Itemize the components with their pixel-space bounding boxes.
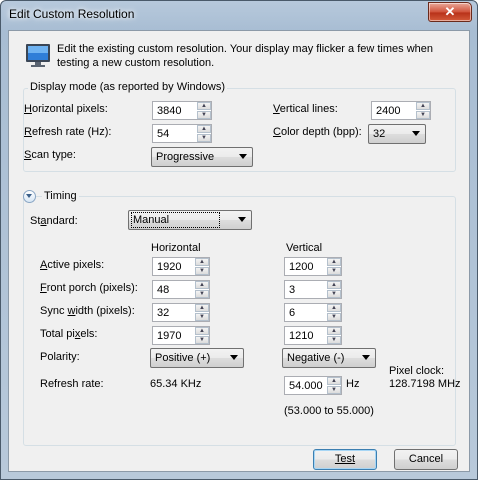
spin-up-icon[interactable]: ▲	[327, 377, 341, 385]
sync-width-v-input[interactable]	[285, 304, 327, 321]
spin-up-icon[interactable]: ▲	[327, 281, 341, 289]
chevron-down-icon	[412, 131, 420, 136]
chevron-down-icon	[230, 355, 238, 360]
active-h-input[interactable]	[153, 258, 195, 275]
spin-up-icon[interactable]: ▲	[197, 125, 211, 133]
intro-text: Edit the existing custom resolution. You…	[57, 43, 434, 69]
sync-width-label: Sync width (pixels):	[40, 305, 135, 317]
timing-expand-icon[interactable]	[23, 190, 36, 203]
spin-down-icon[interactable]: ▼	[195, 336, 209, 344]
sync-width-h-spinbox[interactable]: ▲▼	[152, 303, 210, 322]
spin-down-icon[interactable]: ▼	[327, 267, 341, 275]
standard-label: Standard:	[30, 215, 78, 227]
color-depth-label: Color depth (bpp):	[273, 126, 362, 138]
spin-down-icon[interactable]: ▼	[197, 134, 211, 142]
vertical-lines-label: Vertical lines:	[273, 103, 338, 115]
refresh-rate-label: Refresh rate (Hz):	[24, 126, 112, 138]
total-v-spinbox[interactable]: ▲▼	[284, 326, 342, 345]
spin-down-icon[interactable]: ▼	[327, 313, 341, 321]
front-porch-v-spinbox[interactable]: ▲▼	[284, 280, 342, 299]
display-mode-group: Display mode (as reported by Windows) Ho…	[23, 81, 456, 172]
active-pixels-label: Active pixels:	[40, 259, 105, 271]
timing-label: Timing	[42, 190, 79, 202]
display-mode-label: Display mode (as reported by Windows)	[28, 81, 228, 93]
front-porch-h-input[interactable]	[153, 281, 195, 298]
sync-width-h-input[interactable]	[153, 304, 195, 321]
horizontal-pixels-spinbox[interactable]: ▲▼	[152, 101, 212, 120]
horizontal-refresh-value: 65.34 KHz	[150, 378, 202, 390]
chevron-down-icon	[238, 217, 246, 222]
active-v-spinbox[interactable]: ▲▼	[284, 257, 342, 276]
spin-down-icon[interactable]: ▼	[327, 386, 341, 394]
chevron-down-icon	[362, 355, 370, 360]
title-bar[interactable]: Edit Custom Resolution ✕	[1, 1, 477, 27]
chevron-down-icon	[239, 154, 247, 159]
vertical-refresh-spinbox[interactable]: ▲▼	[284, 376, 342, 395]
spin-down-icon[interactable]: ▼	[327, 336, 341, 344]
pixel-clock-label: Pixel clock:	[389, 365, 445, 377]
test-button[interactable]: Test	[313, 449, 377, 470]
active-v-input[interactable]	[285, 258, 327, 275]
scan-type-value: Progressive	[156, 151, 215, 163]
total-pixels-label: Total pixels:	[40, 328, 98, 340]
sync-width-v-spinbox[interactable]: ▲▼	[284, 303, 342, 322]
polarity-label: Polarity:	[40, 351, 80, 363]
scan-type-label: Scan type:	[24, 149, 76, 161]
spin-down-icon[interactable]: ▼	[195, 290, 209, 298]
timing-refresh-label: Refresh rate:	[40, 378, 104, 390]
color-depth-select[interactable]: 32	[368, 124, 426, 144]
front-porch-label: Front porch (pixels):	[40, 282, 138, 294]
total-v-input[interactable]	[285, 327, 327, 344]
front-porch-h-spinbox[interactable]: ▲▼	[152, 280, 210, 299]
total-h-input[interactable]	[153, 327, 195, 344]
timing-group	[23, 196, 456, 446]
active-h-spinbox[interactable]: ▲▼	[152, 257, 210, 276]
dialog-window: Edit Custom Resolution ✕ Edit the existi…	[0, 0, 478, 480]
spin-up-icon[interactable]: ▲	[327, 304, 341, 312]
polarity-v-select[interactable]: Negative (-)	[282, 348, 376, 368]
vertical-refresh-input[interactable]	[285, 377, 327, 394]
spin-up-icon[interactable]: ▲	[195, 258, 209, 266]
spin-down-icon[interactable]: ▼	[327, 290, 341, 298]
front-porch-v-input[interactable]	[285, 281, 327, 298]
standard-select[interactable]: Manual	[128, 210, 252, 230]
vertical-refresh-unit: Hz	[346, 378, 360, 390]
spin-down-icon[interactable]: ▼	[195, 313, 209, 321]
scan-type-select[interactable]: Progressive	[151, 147, 253, 167]
vertical-column-header: Vertical	[286, 242, 323, 254]
refresh-rate-input[interactable]	[153, 125, 197, 142]
spin-up-icon[interactable]: ▲	[195, 281, 209, 289]
spin-up-icon[interactable]: ▲	[327, 258, 341, 266]
horizontal-pixels-label: Horizontal pixels:	[24, 103, 108, 115]
spin-down-icon[interactable]: ▼	[195, 267, 209, 275]
spin-down-icon[interactable]: ▼	[416, 111, 430, 119]
spin-up-icon[interactable]: ▲	[195, 327, 209, 335]
vertical-lines-input[interactable]	[372, 102, 416, 119]
color-depth-value: 32	[373, 128, 386, 140]
spin-up-icon[interactable]: ▲	[416, 102, 430, 110]
spin-up-icon[interactable]: ▲	[327, 327, 341, 335]
polarity-v-value: Negative (-)	[287, 352, 345, 364]
spin-up-icon[interactable]: ▲	[195, 304, 209, 312]
total-h-spinbox[interactable]: ▲▼	[152, 326, 210, 345]
dialog-client: Edit the existing custom resolution. You…	[8, 30, 470, 472]
horizontal-pixels-input[interactable]	[153, 102, 197, 119]
cancel-button[interactable]: Cancel	[394, 449, 458, 470]
refresh-range-text: (53.000 to 55.000)	[284, 405, 374, 417]
window-title: Edit Custom Resolution	[9, 7, 135, 21]
monitor-icon	[26, 44, 50, 67]
refresh-rate-spinbox[interactable]: ▲▼	[152, 124, 212, 143]
horizontal-column-header: Horizontal	[151, 242, 201, 254]
polarity-h-select[interactable]: Positive (+)	[150, 348, 244, 368]
standard-value: Manual	[130, 212, 221, 228]
close-button[interactable]: ✕	[428, 2, 472, 22]
vertical-lines-spinbox[interactable]: ▲▼	[371, 101, 431, 120]
polarity-h-value: Positive (+)	[155, 352, 211, 364]
pixel-clock-value: 128.7198 MHz	[389, 378, 461, 390]
spin-up-icon[interactable]: ▲	[197, 102, 211, 110]
spin-down-icon[interactable]: ▼	[197, 111, 211, 119]
